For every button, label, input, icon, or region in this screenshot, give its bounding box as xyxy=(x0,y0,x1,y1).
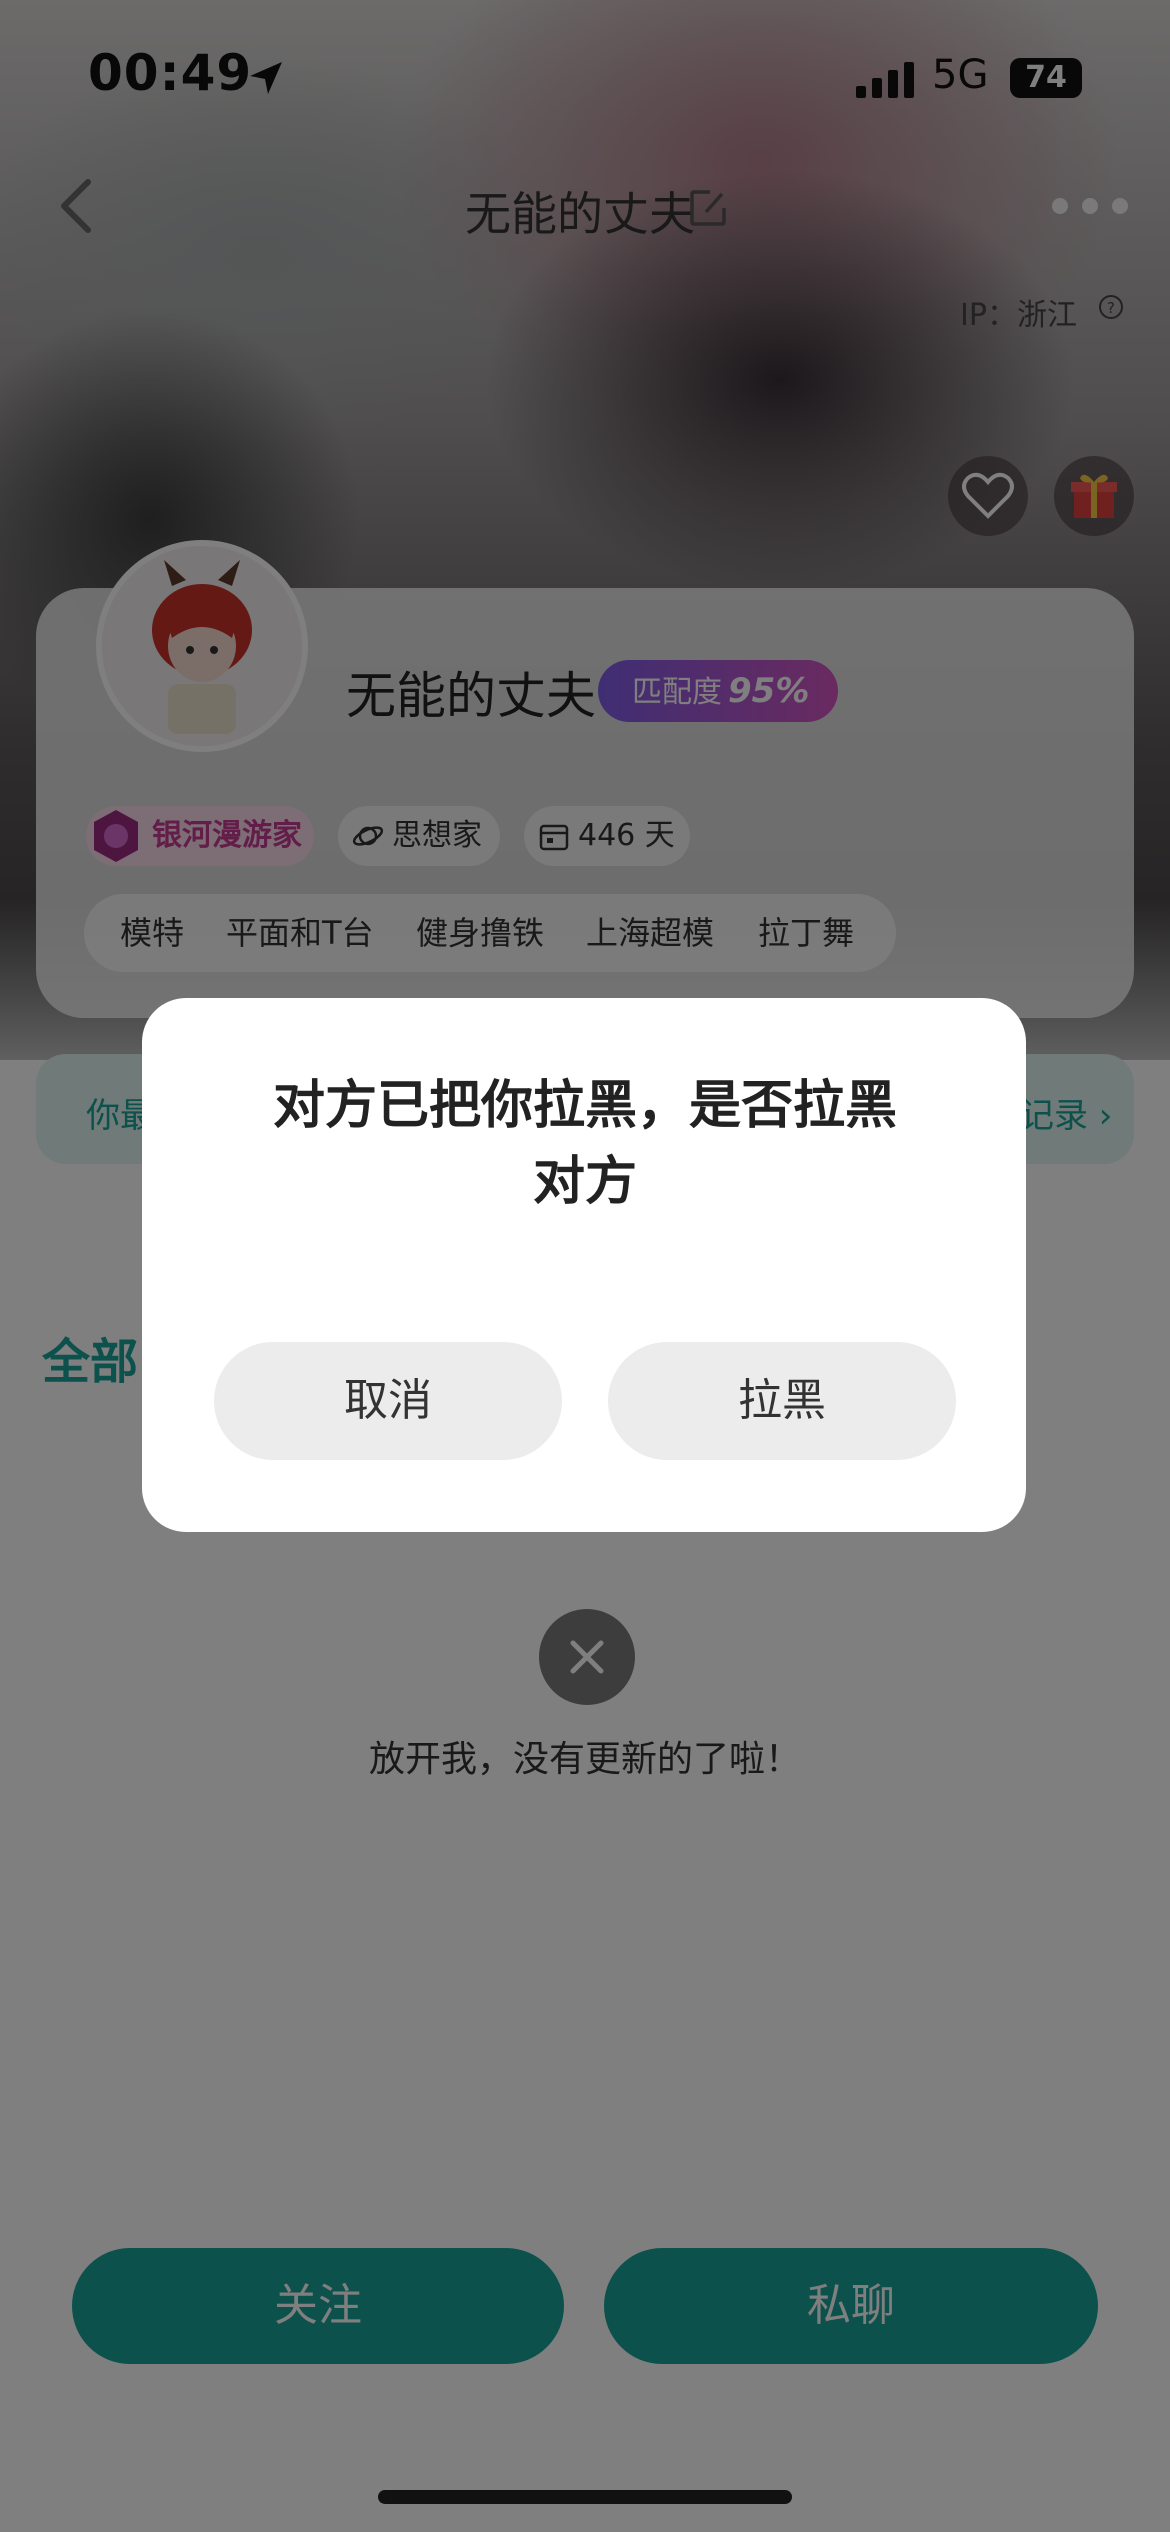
dialog-message-line1: 对方已把你拉黑，是否拉黑 xyxy=(272,1076,897,1136)
home-indicator[interactable] xyxy=(378,2490,792,2504)
dialog-message: 对方已把你拉黑，是否拉黑 对方 xyxy=(200,1068,970,1220)
dialog-message-line2: 对方 xyxy=(532,1152,637,1212)
cancel-button[interactable]: 取消 xyxy=(214,1342,562,1460)
block-button[interactable]: 拉黑 xyxy=(608,1342,956,1460)
